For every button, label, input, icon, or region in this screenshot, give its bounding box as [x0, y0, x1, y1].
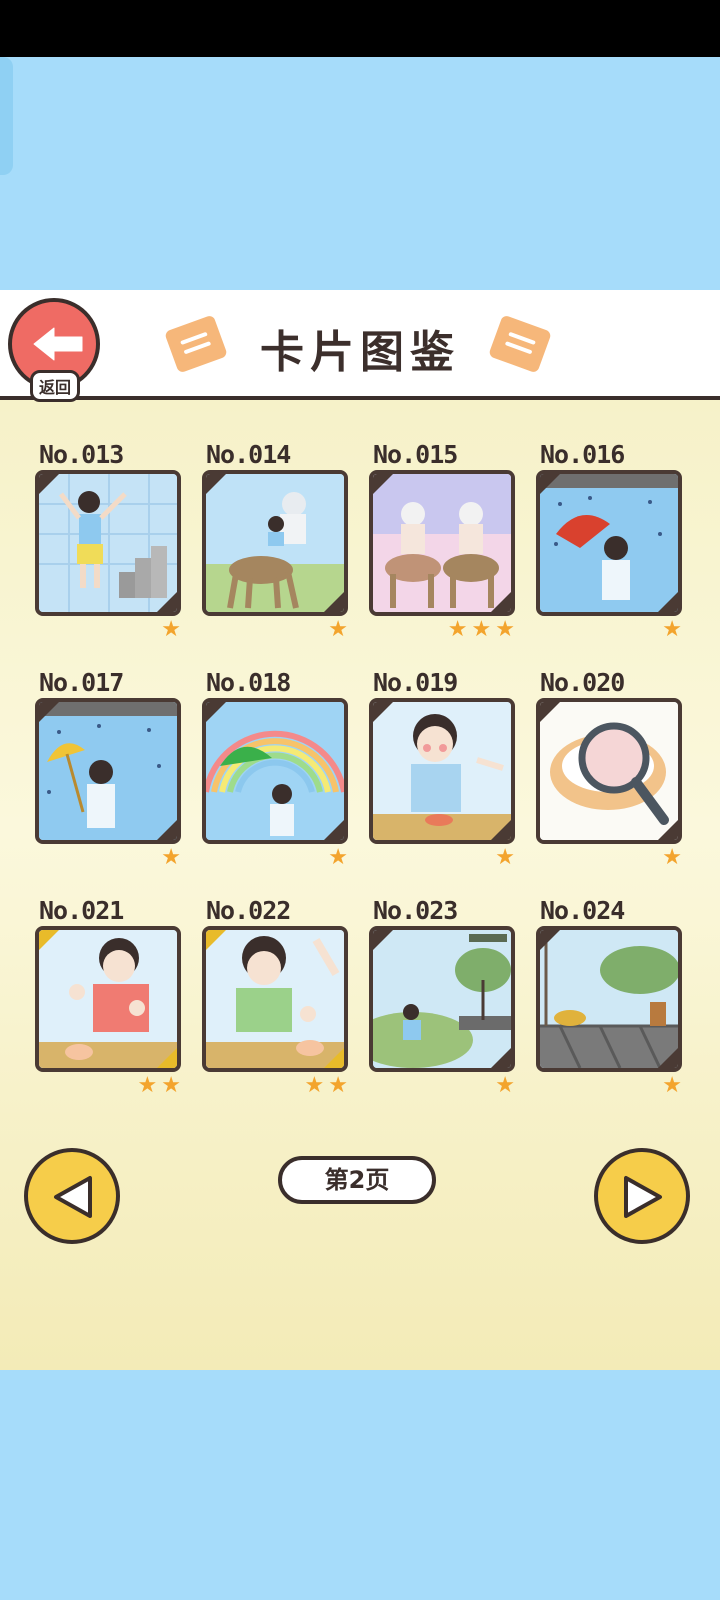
corner-marker	[323, 819, 344, 840]
card-image	[536, 470, 682, 616]
star-rating: ★	[662, 618, 682, 642]
star-icon: ★	[328, 845, 348, 870]
card-019[interactable]: No.019 ★	[369, 668, 515, 870]
corner-marker	[39, 474, 60, 495]
star-icon: ★	[161, 617, 181, 642]
page-title: 卡片图鉴	[260, 327, 460, 378]
card-022[interactable]: No.022 ★ ★	[202, 896, 348, 1098]
star-icon: ★	[328, 1073, 348, 1098]
card-image	[202, 926, 348, 1072]
star-icon: ★	[662, 1073, 682, 1098]
next-page-button[interactable]	[594, 1148, 690, 1244]
card-number: No.021	[39, 896, 124, 925]
triangle-left-icon	[54, 1176, 92, 1218]
card-number: No.016	[540, 440, 625, 469]
prev-page-button[interactable]	[24, 1148, 120, 1244]
corner-marker	[490, 1047, 511, 1068]
corner-marker	[156, 591, 177, 612]
star-rating: ★	[161, 846, 181, 870]
corner-marker	[156, 819, 177, 840]
card-number: No.015	[373, 440, 458, 469]
status-bar	[0, 0, 720, 57]
corner-marker	[540, 702, 561, 723]
card-number: No.018	[206, 668, 291, 697]
corner-marker	[206, 930, 227, 951]
card-image	[536, 698, 682, 844]
card-image	[536, 926, 682, 1072]
corner-marker	[323, 591, 344, 612]
card-image	[369, 926, 515, 1072]
corner-marker	[657, 591, 678, 612]
star-icon: ★	[304, 1073, 325, 1098]
card-number: No.014	[206, 440, 291, 469]
card-image	[35, 698, 181, 844]
star-icon: ★	[495, 617, 515, 642]
star-icon: ★	[662, 845, 682, 870]
card-020[interactable]: No.020 ★	[536, 668, 682, 870]
star-icon: ★	[447, 617, 468, 642]
star-icon: ★	[137, 1073, 158, 1098]
corner-marker	[39, 702, 60, 723]
star-icon: ★	[495, 845, 515, 870]
star-icon: ★	[328, 617, 348, 642]
corner-marker	[206, 702, 227, 723]
corner-marker	[373, 930, 394, 951]
corner-marker	[657, 1047, 678, 1068]
card-image	[369, 698, 515, 844]
triangle-right-icon	[624, 1176, 662, 1218]
corner-marker	[373, 702, 394, 723]
star-icon: ★	[495, 1073, 515, 1098]
corner-marker	[156, 1047, 177, 1068]
star-rating: ★	[495, 1074, 515, 1098]
card-017[interactable]: No.017 ★	[35, 668, 181, 870]
card-number: No.013	[39, 440, 124, 469]
card-image	[369, 470, 515, 616]
card-018[interactable]: No.018 ★	[202, 668, 348, 870]
star-rating: ★	[328, 618, 348, 642]
star-rating: ★	[662, 1074, 682, 1098]
card-013[interactable]: No.013 ★	[35, 440, 181, 642]
star-rating: ★ ★ ★	[448, 618, 515, 642]
corner-marker	[373, 474, 394, 495]
card-number: No.022	[206, 896, 291, 925]
header-bar: 返回 卡片图鉴	[0, 290, 720, 402]
card-image	[202, 470, 348, 616]
card-number: No.017	[39, 668, 124, 697]
card-015[interactable]: No.015 ★ ★ ★	[369, 440, 515, 642]
corner-marker	[206, 474, 227, 495]
page-indicator: 第2页	[278, 1156, 436, 1204]
card-image	[35, 470, 181, 616]
corner-marker	[323, 1047, 344, 1068]
corner-marker	[490, 819, 511, 840]
card-number: No.023	[373, 896, 458, 925]
corner-marker	[39, 930, 60, 951]
card-number: No.024	[540, 896, 625, 925]
star-rating: ★ ★	[138, 1074, 181, 1098]
card-014[interactable]: No.014 ★	[202, 440, 348, 642]
star-icon: ★	[161, 1073, 181, 1098]
star-icon: ★	[471, 617, 492, 642]
corner-marker	[657, 819, 678, 840]
card-016[interactable]: No.016 ★	[536, 440, 682, 642]
corner-marker	[540, 930, 561, 951]
star-rating: ★	[495, 846, 515, 870]
corner-marker	[490, 591, 511, 612]
card-023[interactable]: No.023 ★	[369, 896, 515, 1098]
star-rating: ★	[328, 846, 348, 870]
card-collection-panel: 返回 卡片图鉴 No.013 ★ No.014 ★ No.015 ★ ★ ★ N…	[0, 290, 720, 1370]
star-rating: ★ ★	[305, 1074, 348, 1098]
star-icon: ★	[161, 845, 181, 870]
card-024[interactable]: No.024 ★	[536, 896, 682, 1098]
card-number: No.020	[540, 668, 625, 697]
card-image	[35, 926, 181, 1072]
star-rating: ★	[662, 846, 682, 870]
side-tab[interactable]	[0, 57, 13, 175]
star-icon: ★	[662, 617, 682, 642]
corner-marker	[540, 474, 561, 495]
card-number: No.019	[373, 668, 458, 697]
star-rating: ★	[161, 618, 181, 642]
card-image	[202, 698, 348, 844]
card-021[interactable]: No.021 ★ ★	[35, 896, 181, 1098]
